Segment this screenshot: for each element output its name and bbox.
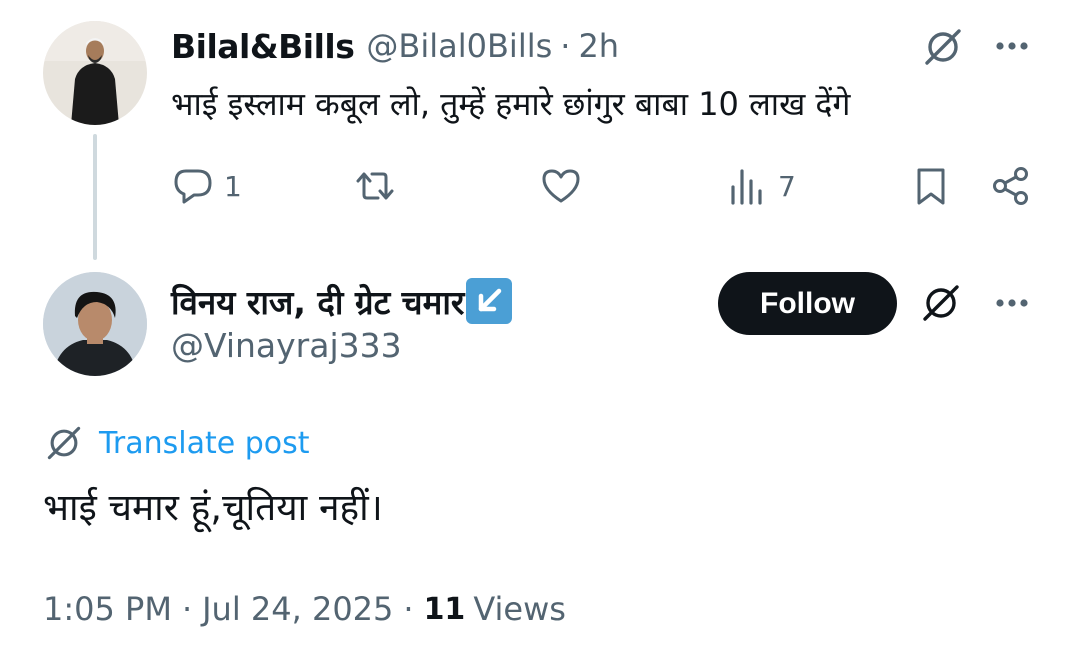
more-icon[interactable]: [990, 24, 1034, 68]
separator-dot: ·: [181, 590, 193, 628]
views-button[interactable]: 7: [726, 164, 796, 208]
translate-label[interactable]: Translate post: [99, 426, 310, 461]
post-time[interactable]: 2h: [578, 27, 619, 65]
views-icon: [731, 169, 762, 205]
author-name[interactable]: विनय राज, दी ग्रेट चमार: [171, 279, 464, 324]
author-name[interactable]: Bilal&Bills: [171, 27, 355, 66]
reply-count: 1: [224, 169, 242, 203]
post-meta: 1:05 PM · Jul 24, 2025 · 11 Views: [43, 585, 566, 633]
grok-icon[interactable]: [920, 24, 966, 70]
thread-connector-line: [93, 134, 97, 260]
heart-icon: [542, 169, 580, 203]
grok-icon: [43, 422, 85, 464]
retweet-button[interactable]: [354, 164, 396, 208]
views-count: 7: [778, 169, 796, 203]
views-count: 11: [423, 591, 466, 627]
reply-header: Bilal&Bills @Bilal0Bills · 2h: [171, 24, 619, 68]
separator-dot: ·: [403, 590, 414, 628]
views-label: Views: [473, 590, 566, 628]
author-handle[interactable]: @Vinayraj333: [171, 326, 402, 365]
bookmark-icon: [917, 168, 945, 205]
follow-button[interactable]: Follow: [718, 272, 897, 335]
post-time[interactable]: 1:05 PM: [43, 590, 172, 628]
avatar[interactable]: [43, 21, 147, 125]
translate-post-link[interactable]: Translate post: [43, 420, 310, 466]
like-button[interactable]: [540, 164, 582, 208]
post-text: भाई चमार हूं,चूतिया नहीं।: [43, 486, 383, 529]
post-date[interactable]: Jul 24, 2025: [202, 590, 393, 628]
separator-dot: ·: [560, 27, 571, 65]
grok-icon[interactable]: [918, 280, 964, 326]
author-handle[interactable]: @Bilal0Bills: [366, 27, 552, 65]
reply-icon: [174, 169, 212, 204]
avatar[interactable]: [43, 272, 147, 376]
reply-button[interactable]: 1: [172, 164, 242, 208]
arrow-down-left-icon: [466, 278, 513, 324]
more-icon[interactable]: [990, 281, 1034, 325]
retweet-icon: [356, 172, 394, 200]
share-button[interactable]: [990, 164, 1032, 208]
share-icon: [993, 167, 1028, 205]
bookmark-button[interactable]: [910, 164, 952, 208]
reply-text: भाई इस्लाम कबूल लो, तुम्हें हमारे छांगुर…: [171, 85, 851, 123]
author-name-row: विनय राज, दी ग्रेट चमार: [171, 276, 513, 326]
